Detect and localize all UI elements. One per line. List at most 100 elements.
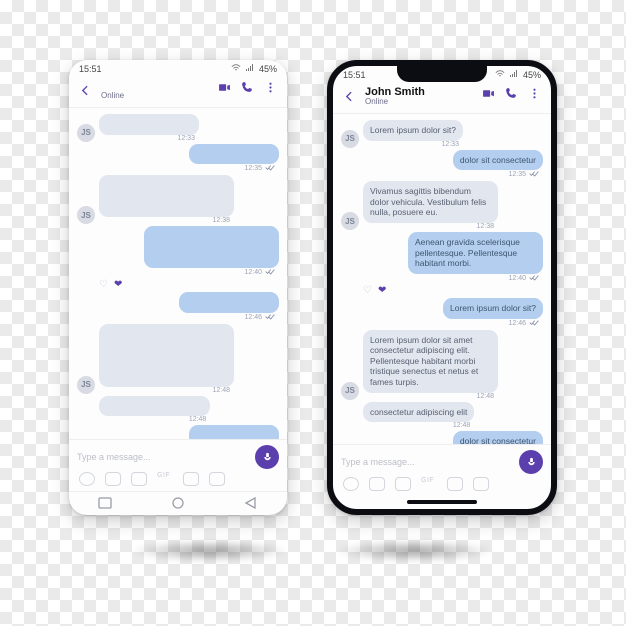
back-button[interactable]: [79, 84, 93, 97]
message-meta: 12:48: [363, 393, 498, 400]
message-bubble[interactable]: Lorem ipsum dolor sit?: [443, 298, 543, 319]
avatar[interactable]: JS: [341, 382, 359, 400]
message-row: JSLorem ipsum dolor sit?12:33: [77, 114, 279, 142]
reaction-row: ♡❤: [341, 285, 543, 296]
battery-text: 45%: [523, 70, 541, 80]
message-time: 12:48: [189, 416, 207, 423]
avatar[interactable]: JS: [341, 130, 359, 148]
status-bar: 15:51 45%: [69, 60, 287, 76]
contact-status: Online: [101, 92, 210, 101]
sticker-icon[interactable]: [183, 472, 199, 486]
video-call-icon[interactable]: [482, 87, 495, 105]
message-bubble[interactable]: dolor sit consectetur: [189, 425, 279, 439]
avatar[interactable]: JS: [77, 206, 95, 224]
wifi-icon: [495, 70, 505, 80]
mic-button[interactable]: [519, 450, 543, 474]
sticker-icon[interactable]: [131, 472, 147, 486]
heart-icon[interactable]: ❤: [378, 285, 386, 296]
like-icon[interactable]: ♡: [99, 279, 108, 290]
message-bubble[interactable]: Lorem ipsum dolor sit amet consectetur a…: [363, 330, 498, 393]
message-bubble[interactable]: Aenean gravida scelerisque pellentesque.…: [144, 226, 279, 268]
phone-mockup-wireframe: 15:51 45% John Smith Online JSLorem ipsu…: [69, 60, 287, 515]
sticker-icon[interactable]: [369, 477, 385, 491]
chat-header: John Smith Online: [333, 82, 551, 114]
message-meta: 12:48: [99, 416, 210, 423]
message-time: 12:35: [244, 165, 262, 172]
voice-call-icon[interactable]: [241, 81, 254, 99]
message-row: Aenean gravida scelerisque pellentesque.…: [341, 232, 543, 283]
message-time: 12:40: [244, 269, 262, 276]
gif-icon[interactable]: GIF: [157, 472, 173, 486]
heart-icon[interactable]: ❤: [114, 279, 122, 290]
read-ticks-icon: [265, 268, 275, 277]
more-icon[interactable]: [264, 81, 277, 99]
message-bubble[interactable]: Lorem ipsum dolor sit?: [179, 292, 279, 313]
video-call-icon[interactable]: [218, 81, 231, 99]
nav-back-icon[interactable]: [243, 497, 259, 509]
sticker-icon[interactable]: [447, 477, 463, 491]
message-feed[interactable]: JSLorem ipsum dolor sit?12:33dolor sit c…: [333, 114, 551, 444]
message-row: Lorem ipsum dolor sit?12:46: [77, 292, 279, 322]
message-feed[interactable]: JSLorem ipsum dolor sit?12:33dolor sit c…: [69, 108, 287, 439]
message-time: 12:33: [441, 141, 459, 148]
message-input[interactable]: [77, 452, 249, 462]
message-bubble[interactable]: Aenean gravida scelerisque pellentesque.…: [408, 232, 543, 274]
sticker-icon[interactable]: [105, 472, 121, 486]
message-bubble[interactable]: dolor sit consectetur: [453, 150, 543, 171]
message-bubble[interactable]: Vivamus sagittis bibendum dolor vehicula…: [99, 175, 234, 217]
read-ticks-icon: [529, 319, 539, 328]
message-bubble[interactable]: Lorem ipsum dolor sit?: [99, 114, 199, 135]
message-meta: 12:48: [99, 387, 234, 394]
gif-icon[interactable]: GIF: [421, 477, 437, 491]
sticker-icon[interactable]: [209, 472, 225, 486]
avatar[interactable]: JS: [77, 124, 95, 142]
message-time: 12:33: [177, 135, 195, 142]
notch: [397, 66, 487, 82]
message-bubble[interactable]: Lorem ipsum dolor sit amet consectetur a…: [99, 324, 234, 387]
message-row: consectetur adipiscing elit12:48: [77, 396, 279, 424]
message-meta: 12:35: [189, 164, 279, 173]
voice-call-icon[interactable]: [505, 87, 518, 105]
more-icon[interactable]: [528, 87, 541, 105]
message-meta: 12:40: [144, 268, 279, 277]
message-meta: 12:48: [363, 422, 474, 429]
message-meta: 12:33: [363, 141, 463, 148]
nav-recent-icon[interactable]: [97, 497, 113, 509]
home-indicator[interactable]: [407, 500, 477, 504]
nav-home-icon[interactable]: [170, 497, 186, 509]
message-row: dolor sit consectetur12:49: [341, 431, 543, 444]
message-bubble[interactable]: consectetur adipiscing elit: [363, 402, 474, 423]
message-time: 12:46: [508, 320, 526, 327]
message-row: consectetur adipiscing elit12:48: [341, 402, 543, 430]
message-row: dolor sit consectetur12:49: [77, 425, 279, 439]
message-row: JSLorem ipsum dolor sit amet consectetur…: [77, 324, 279, 394]
status-time: 15:51: [79, 64, 102, 74]
phone-mockup-filled: 15:51 45% John Smith Online JSLorem ipsu…: [327, 60, 557, 515]
message-bubble[interactable]: Vivamus sagittis bibendum dolor vehicula…: [363, 181, 498, 223]
read-ticks-icon: [529, 170, 539, 179]
sticker-icon[interactable]: [473, 477, 489, 491]
chat-header: John Smith Online: [69, 76, 287, 108]
message-input[interactable]: [341, 457, 513, 467]
emoji-icon[interactable]: [343, 477, 359, 491]
message-bubble[interactable]: dolor sit consectetur: [189, 144, 279, 165]
sticker-icon[interactable]: [395, 477, 411, 491]
message-bubble[interactable]: consectetur adipiscing elit: [99, 396, 210, 417]
sticker-row: GIF: [341, 477, 543, 493]
message-bubble[interactable]: Lorem ipsum dolor sit?: [363, 120, 463, 141]
message-row: JSVivamus sagittis bibendum dolor vehicu…: [77, 175, 279, 224]
message-time: 12:35: [508, 171, 526, 178]
back-button[interactable]: [343, 90, 357, 103]
battery-text: 45%: [259, 64, 277, 74]
signal-icon: [245, 64, 255, 74]
emoji-icon[interactable]: [79, 472, 95, 486]
mic-button[interactable]: [255, 445, 279, 469]
message-meta: 12:35: [453, 170, 543, 179]
avatar-spacer: [77, 405, 95, 423]
message-meta: 12:46: [179, 313, 279, 322]
like-icon[interactable]: ♡: [363, 285, 372, 296]
avatar[interactable]: JS: [341, 212, 359, 230]
message-meta: 12:33: [99, 135, 199, 142]
avatar[interactable]: JS: [77, 376, 95, 394]
message-bubble[interactable]: dolor sit consectetur: [453, 431, 543, 444]
